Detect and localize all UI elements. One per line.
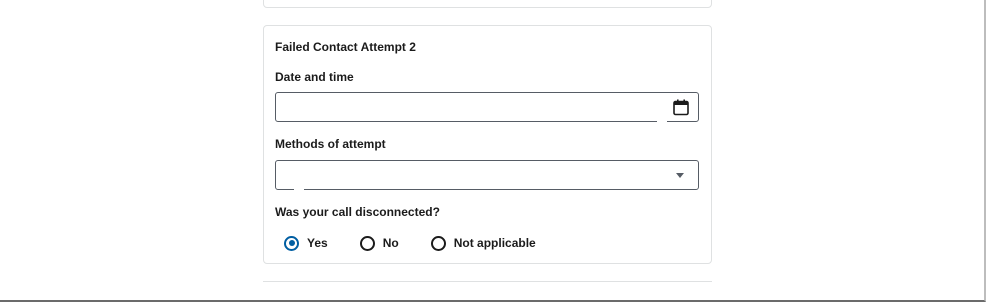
- radio-button[interactable]: [430, 235, 446, 251]
- methods-select[interactable]: [275, 160, 699, 191]
- radio-option-no[interactable]: No: [359, 235, 399, 251]
- radio-button[interactable]: [359, 235, 375, 251]
- date-time-input[interactable]: [275, 92, 699, 123]
- calendar-icon[interactable]: [673, 99, 689, 116]
- radio-option-not-applicable[interactable]: Not applicable: [430, 235, 536, 251]
- disconnected-radio-group: Yes No Not applicable: [284, 234, 568, 252]
- previous-attempt-card: [263, 0, 712, 8]
- methods-label: Methods of attempt: [275, 137, 386, 151]
- radio-label: No: [382, 236, 399, 250]
- input-notch: [657, 120, 667, 123]
- radio-button-checked[interactable]: [284, 235, 299, 251]
- disconnected-question-label: Was your call disconnected?: [275, 205, 440, 219]
- radio-option-yes[interactable]: Yes: [284, 235, 328, 251]
- input-notch: [294, 188, 304, 191]
- radio-label: Not applicable: [453, 236, 536, 250]
- card-title: Failed Contact Attempt 2: [275, 40, 416, 54]
- chevron-down-icon: [676, 173, 684, 178]
- failed-contact-attempt-card: Failed Contact Attempt 2 Date and time M…: [263, 25, 712, 264]
- date-time-label: Date and time: [275, 70, 354, 84]
- radio-label: Yes: [307, 236, 328, 250]
- section-divider: [263, 281, 712, 282]
